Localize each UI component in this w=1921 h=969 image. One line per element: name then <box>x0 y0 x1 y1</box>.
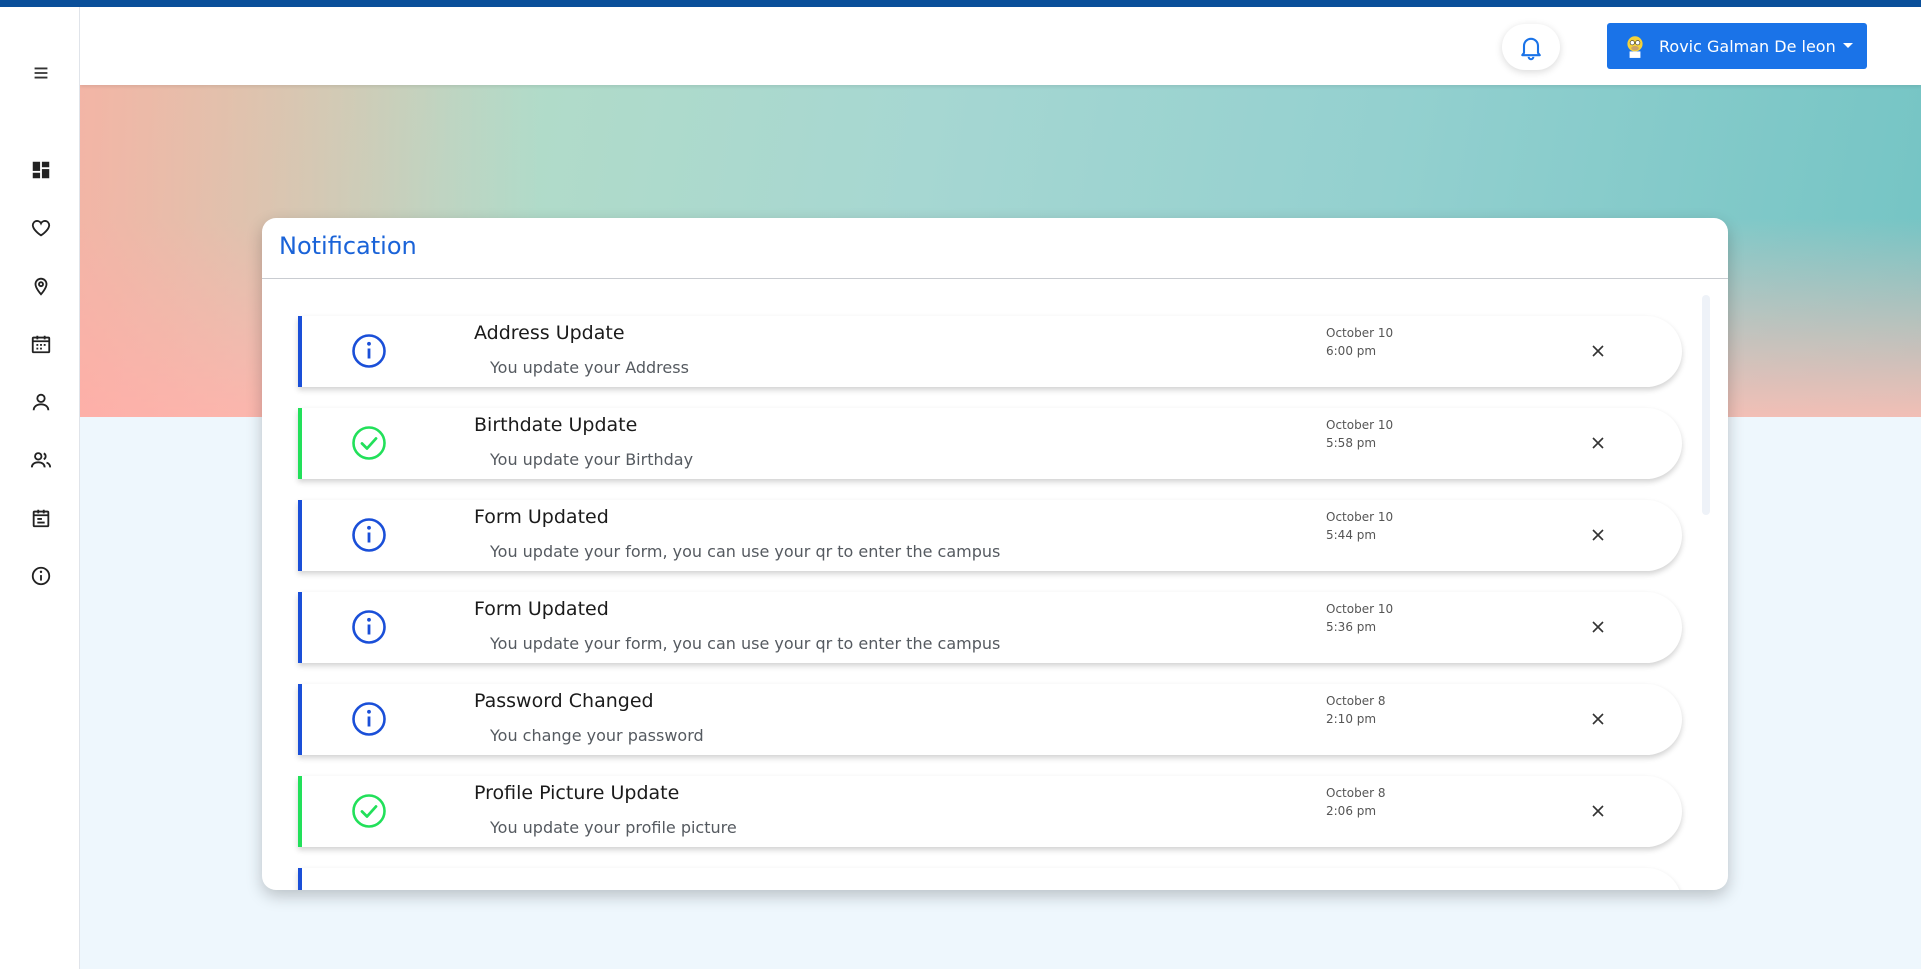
info-circle-icon <box>351 701 387 737</box>
user-icon[interactable] <box>26 387 56 417</box>
close-icon[interactable] <box>1588 709 1608 729</box>
notification-item[interactable]: Birthdate Update You update your Birthda… <box>298 408 1682 479</box>
notification-date: October 8 <box>1326 786 1386 800</box>
schedule-icon[interactable] <box>26 503 56 533</box>
notification-title: Form Updated <box>474 506 609 528</box>
notification-description: You change your password <box>490 726 704 745</box>
user-name: Rovic Galman De leon <box>1659 36 1836 56</box>
notification-item[interactable]: Address Update You update your Address O… <box>298 316 1682 387</box>
info-circle-icon <box>351 609 387 645</box>
notification-title: Address Update <box>474 322 625 344</box>
menu-icon[interactable] <box>26 58 56 88</box>
avatar <box>1621 32 1649 60</box>
sidebar <box>0 7 80 969</box>
notification-time: 5:58 pm <box>1326 436 1377 450</box>
close-icon[interactable] <box>1588 341 1608 361</box>
notification-time: 2:10 pm <box>1326 712 1377 726</box>
notification-time: 5:36 pm <box>1326 620 1377 634</box>
notification-date: October 10 <box>1326 602 1394 616</box>
page-title: Notification <box>279 232 417 260</box>
status-bar <box>298 776 302 847</box>
notification-title: Password Changed <box>474 690 654 712</box>
notification-date: October 10 <box>1326 418 1394 432</box>
notification-title: Birthdate Update <box>474 414 638 436</box>
status-bar <box>298 868 302 890</box>
status-bar <box>298 408 302 479</box>
close-icon[interactable] <box>1588 617 1608 637</box>
notification-bell-button[interactable] <box>1502 24 1560 70</box>
users-icon[interactable] <box>26 445 56 475</box>
status-bar <box>298 684 302 755</box>
notification-timestamp: October 10 5:58 pm <box>1326 416 1393 452</box>
notification-date: October 10 <box>1326 326 1394 340</box>
notification-item[interactable]: Form Updated You update your form, you c… <box>298 592 1682 663</box>
notification-time: 2:06 pm <box>1326 804 1377 818</box>
notification-date: October 10 <box>1326 510 1394 524</box>
notification-card: Notification Address Update You update y… <box>262 218 1728 890</box>
info-circle-icon <box>351 517 387 553</box>
window-top-strip <box>0 0 1921 7</box>
notification-time: 6:00 pm <box>1326 344 1377 358</box>
notification-item[interactable]: Password Changed You change your passwor… <box>298 684 1682 755</box>
notification-timestamp: October 10 6:00 pm <box>1326 324 1393 360</box>
status-bar <box>298 500 302 571</box>
dashboard-icon[interactable] <box>26 155 56 185</box>
notification-description: You update your form, you can use your q… <box>490 634 1001 653</box>
bell-icon <box>1521 37 1541 61</box>
notification-item[interactable] <box>298 868 1682 890</box>
notification-date: October 8 <box>1326 694 1386 708</box>
notification-timestamp: October 8 2:10 pm <box>1326 692 1385 728</box>
notification-item[interactable]: Form Updated You update your form, you c… <box>298 500 1682 571</box>
notification-time: 5:44 pm <box>1326 528 1377 542</box>
notification-timestamp: October 10 5:36 pm <box>1326 600 1393 636</box>
notification-description: You update your Address <box>490 358 689 377</box>
info-circle-icon <box>351 333 387 369</box>
notification-description: You update your Birthday <box>490 450 694 469</box>
calendar-icon[interactable] <box>26 329 56 359</box>
close-icon[interactable] <box>1588 801 1608 821</box>
notification-timestamp: October 10 5:44 pm <box>1326 508 1393 544</box>
heart-icon[interactable] <box>26 213 56 243</box>
scrollbar[interactable] <box>1702 295 1710 515</box>
notification-item[interactable]: Profile Picture Update You update your p… <box>298 776 1682 847</box>
notification-description: You update your form, you can use your q… <box>490 542 1001 561</box>
close-icon[interactable] <box>1588 433 1608 453</box>
notification-title: Profile Picture Update <box>474 782 680 804</box>
notification-timestamp: October 8 2:06 pm <box>1326 784 1385 820</box>
close-icon[interactable] <box>1588 525 1608 545</box>
chevron-down-icon <box>1843 43 1853 48</box>
user-menu-button[interactable]: Rovic Galman De leon <box>1607 23 1867 69</box>
notification-description: You update your profile picture <box>490 818 737 837</box>
check-circle-icon <box>351 793 387 829</box>
status-bar <box>298 592 302 663</box>
notification-list[interactable]: Address Update You update your Address O… <box>262 279 1728 890</box>
notification-title: Form Updated <box>474 598 609 620</box>
status-bar <box>298 316 302 387</box>
info-icon[interactable] <box>26 561 56 591</box>
check-circle-icon <box>351 425 387 461</box>
location-pin-icon[interactable] <box>26 271 56 301</box>
